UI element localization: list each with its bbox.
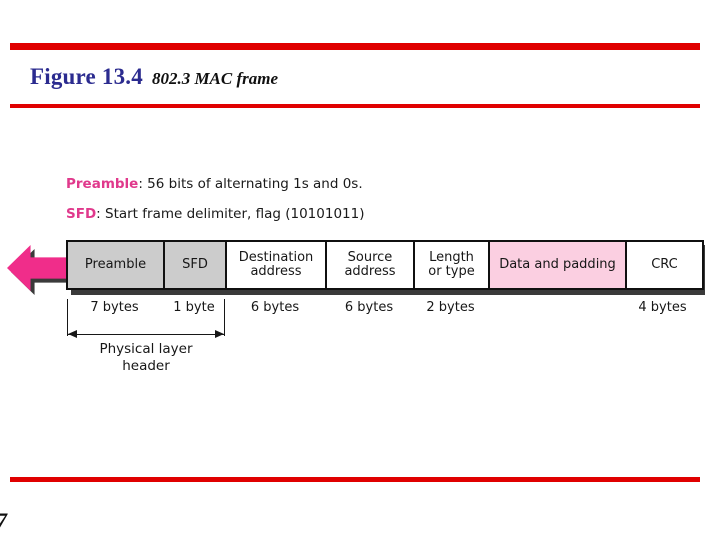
bottom-accent-rule [10,477,700,482]
figure-label: Figure 13.4 [30,64,143,89]
field-size-1: 1 byte [173,300,215,315]
frame-field-source-address: Source address [327,242,415,288]
page-title: Figure 13.4 802.3 MAC frame [30,64,278,90]
field-size-2: 6 bytes [250,300,300,315]
top-accent-rule [10,43,700,50]
transmission-direction-arrow-icon [7,245,69,291]
phys-header-arrowhead-left-icon [68,330,77,338]
field-size-4: 2 bytes [426,300,475,315]
note-sfd: SFD: Start frame delimiter, flag (101010… [66,206,364,222]
frame-field-data-and-padding: Data and padding [490,242,627,288]
mac-frame-diagram: Preamble SFD Destination address Source add… [66,240,704,290]
frame-field-sfd: SFD [165,242,227,288]
phys-header-label: Physical layer header [99,341,193,374]
field-size-0: 7 bytes [90,300,139,315]
field-size-3: 6 bytes [344,300,394,315]
phys-header-tick-right [224,299,225,336]
note-preamble-text: : 56 bits of alternating 1s and 0s. [138,176,363,192]
frame-field-destination-address: Destination address [227,242,327,288]
frame-field-crc: CRC [627,242,702,288]
frame-field-preamble: Preamble [68,242,165,288]
figure-caption: 802.3 MAC frame [151,69,279,88]
note-preamble: Preamble: 56 bits of alternating 1s and … [66,176,363,192]
phys-header-span-line [68,334,224,335]
phys-header-arrowhead-right-icon [215,330,224,338]
page-number: 7 [0,508,7,534]
note-sfd-text: : Start frame delimiter, flag (10101011) [96,206,365,222]
note-preamble-key: Preamble [66,176,139,192]
note-sfd-key: SFD [66,206,97,222]
field-size-6: 4 bytes [638,300,687,315]
title-underline-rule [10,104,700,108]
frame-field-length-or-type: Length or type [415,242,490,288]
